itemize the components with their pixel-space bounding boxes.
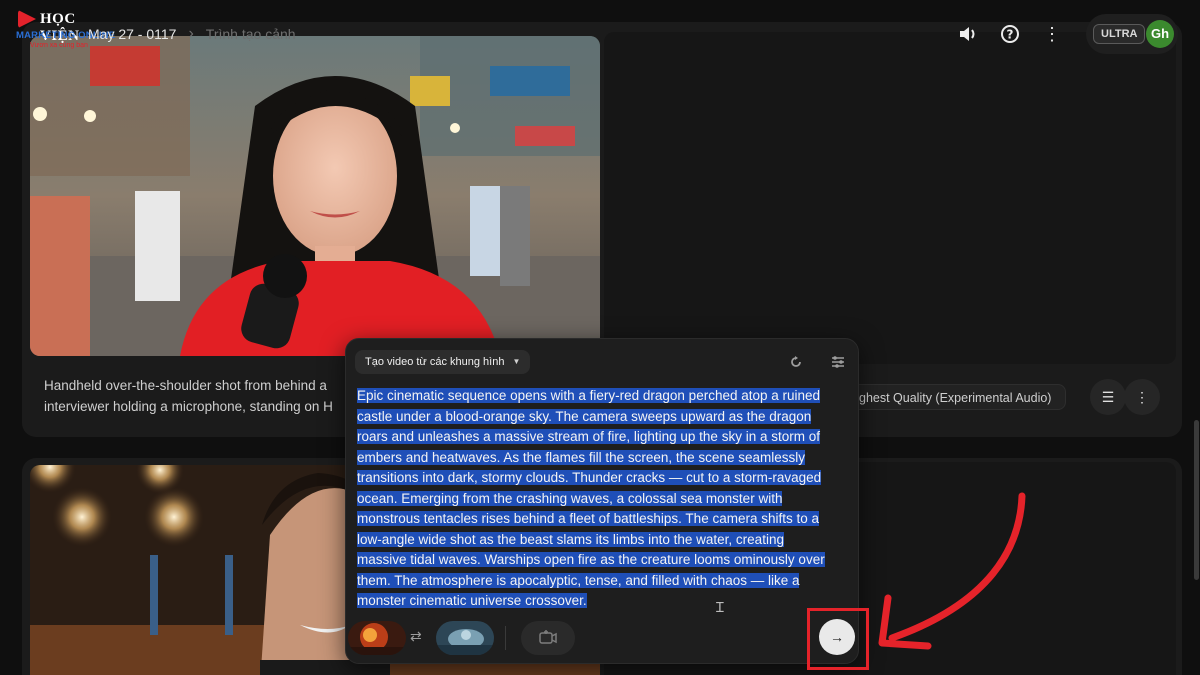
logo-play-icon [18,10,36,28]
caption-line-1: Handheld over-the-shoulder shot from beh… [44,378,327,393]
annotation-arrow-icon [878,492,1026,650]
help-icon[interactable]: ? [998,22,1022,46]
text-cursor-icon: Ɪ [716,599,724,615]
add-frame-button[interactable] [521,621,575,655]
breadcrumb: May 27 - 0117 › Trình tạo cảnh [88,25,296,43]
prompt-line: ocean. Emerging from the crashing waves,… [357,490,783,506]
reset-icon[interactable] [786,352,806,372]
prompt-line: castle under a blood-orange sky. The cam… [357,408,812,424]
more-vert-icon: ⋮ [1135,388,1149,405]
scene-builder-screen: Handheld over-the-shoulder shot from beh… [0,0,1200,675]
breadcrumb-project[interactable]: May 27 - 0117 [88,26,176,42]
swap-frames-icon[interactable]: ⇄ [410,628,422,645]
prompt-line: monstrous tentacles rises behind a fleet… [357,511,819,526]
start-frame-thumbnail[interactable] [348,621,406,655]
plan-badge: ULTRA [1093,24,1146,44]
prompt-line: transitions into dark, stormy clouds. Th… [357,470,822,485]
breadcrumb-current: Trình tạo cảnh [205,26,296,42]
volume-icon[interactable] [956,22,980,46]
camera-plus-icon [539,629,557,648]
highlight-box [807,608,869,670]
prompt-line: roars and unleashes a massive stream of … [357,429,820,444]
prompt-line: monster cinematic universe crossover. [357,593,587,608]
model-quality-chip[interactable]: ghest Quality (Experimental Audio) [836,384,1067,410]
prompt-line: them. The atmosphere is apocalyptic, ten… [357,572,800,588]
logo-line-3: Vươn xa cùng bạn [30,42,88,49]
page-scrollbar[interactable] [1194,420,1199,580]
settings-sliders-icon[interactable] [828,352,848,372]
avatar[interactable]: Gh [1146,20,1174,48]
clip-1-empty-slot [604,32,1176,364]
svg-text:?: ? [1007,28,1014,42]
prompt-line: low-angle wide shot as the beast slams i… [357,531,784,547]
prompt-line: massive tidal waves. Warships open fire … [357,552,825,567]
prompt-textarea[interactable]: Epic cinematic sequence opens with a fie… [357,386,849,612]
composer-divider [505,626,506,650]
end-frame-thumbnail[interactable] [436,621,494,655]
breadcrumb-separator: › [188,25,194,42]
chevron-down-icon: ▼ [512,357,521,366]
generation-mode-label: Tạo video từ các khung hình [365,356,505,368]
wrap-text-icon: ☰ [1101,388,1115,405]
prompt-line: Epic cinematic sequence opens with a fie… [357,388,821,403]
top-bar: HỌC VIỆN MARKETING ONLINE Vươn xa cùng b… [0,0,1200,68]
clip-1-more-button[interactable]: ⋮ [1124,379,1160,415]
generation-mode-dropdown[interactable]: Tạo video từ các khung hình ▼ [355,350,531,374]
clip-1-video-thumbnail[interactable] [30,36,600,356]
prompt-line: embers and heatwaves. As the flames fill… [357,449,805,465]
caption-line-2: interviewer holding a microphone, standi… [44,399,333,414]
clip-1-reuse-prompt-button[interactable]: ☰ [1090,379,1126,415]
more-vert-icon[interactable]: ⋮ [1040,22,1064,46]
clip-1-caption: Handheld over-the-shoulder shot from beh… [44,375,344,417]
